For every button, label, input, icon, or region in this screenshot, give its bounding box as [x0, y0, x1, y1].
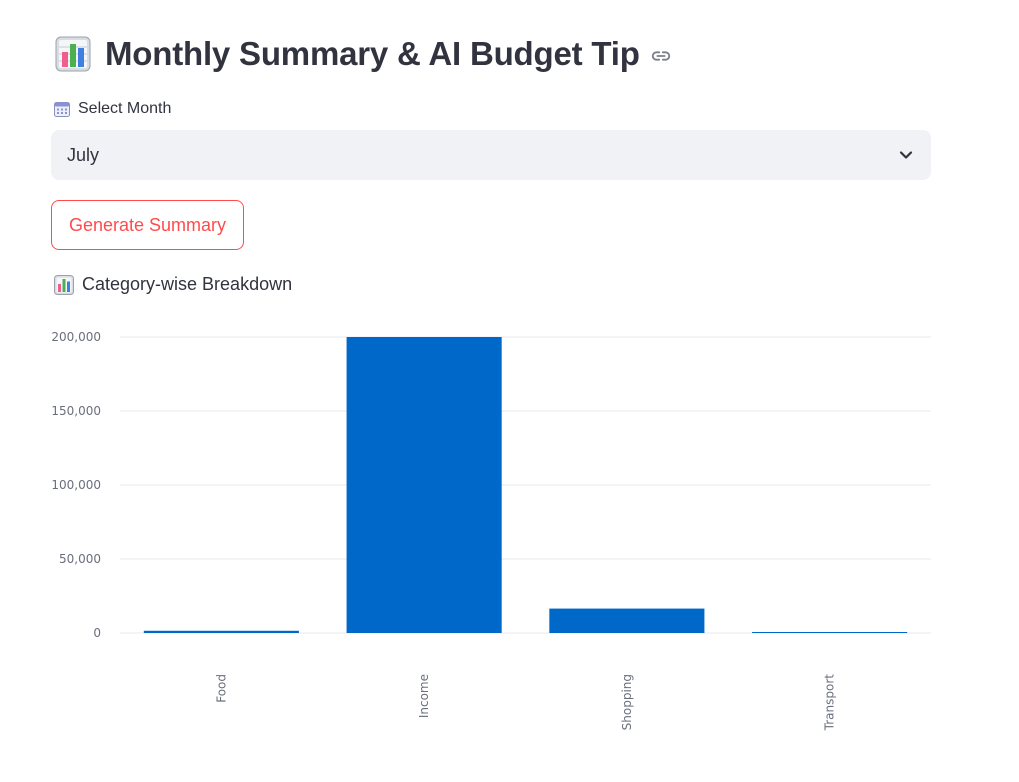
calendar-icon [54, 102, 70, 117]
y-tick-label: 100,000 [51, 478, 101, 492]
month-select[interactable]: July [51, 130, 931, 180]
bar [549, 608, 705, 633]
bar-chart-emoji-icon [55, 36, 91, 72]
x-tick-label: Income [417, 674, 431, 718]
select-month-label-text: Select Month [78, 100, 172, 117]
page-title-row: Monthly Summary & AI Budget Tip [55, 33, 672, 75]
bar-chart-emoji-icon [54, 274, 74, 295]
page-title: Monthly Summary & AI Budget Tip [105, 35, 640, 72]
y-tick-label: 0 [93, 626, 101, 640]
bar [752, 632, 908, 633]
x-tick-label: Transport [823, 674, 837, 732]
generate-summary-button[interactable]: Generate Summary [51, 200, 244, 250]
y-tick-label: 150,000 [51, 404, 101, 418]
chevron-down-icon[interactable] [897, 146, 915, 164]
month-select-value: July [67, 144, 100, 165]
select-month-label: Select Month [54, 100, 171, 118]
bar [346, 337, 502, 633]
category-breakdown-label-text: Category-wise Breakdown [82, 274, 293, 294]
y-tick-label: 50,000 [59, 552, 101, 566]
x-tick-label: Food [214, 674, 228, 703]
link-icon[interactable] [650, 45, 672, 67]
bar [143, 630, 299, 633]
category-breakdown-label: Category-wise Breakdown [54, 274, 292, 295]
y-tick-label: 200,000 [51, 330, 101, 344]
x-tick-label: Shopping [620, 674, 634, 730]
